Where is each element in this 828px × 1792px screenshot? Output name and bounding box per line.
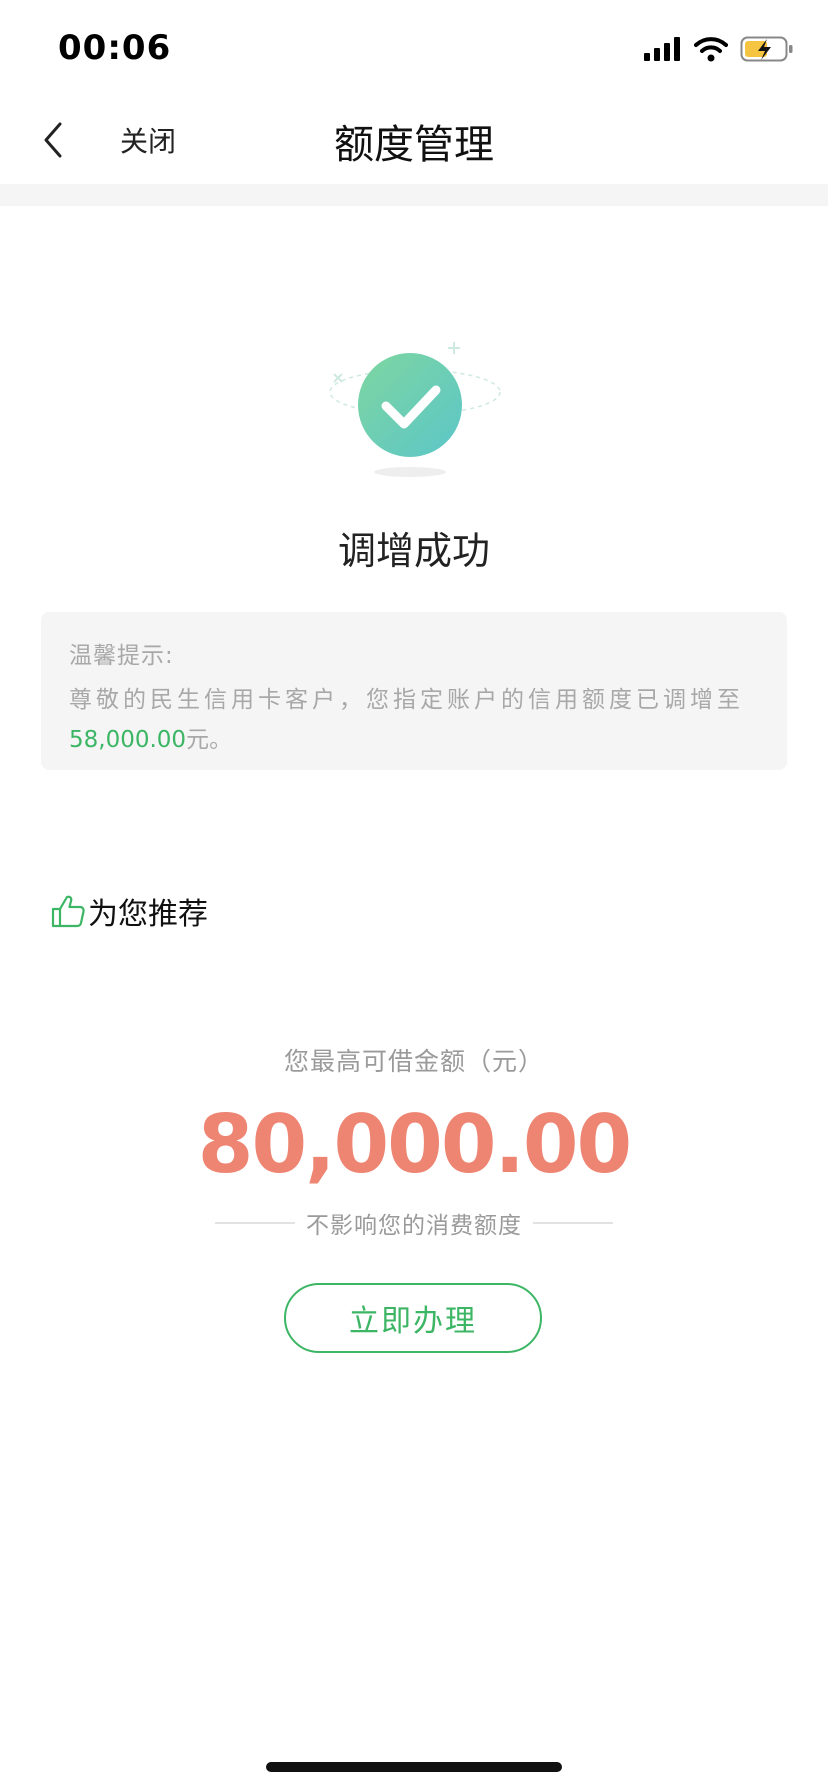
divider-line <box>215 1222 295 1224</box>
borrow-note: 不影响您的消费额度 <box>215 1208 613 1239</box>
divider-line <box>533 1222 613 1224</box>
tip-card: 温馨提示: 尊敬的民生信用卡客户，您指定账户的信用额度已调增至 58,000.00… <box>41 612 787 770</box>
status-time: 00:06 <box>58 28 172 68</box>
tip-body-suffix: 元。 <box>186 727 233 753</box>
home-indicator[interactable] <box>266 1762 562 1772</box>
max-borrow-amount: 80,000.00 <box>197 1098 632 1191</box>
tip-body: 尊敬的民生信用卡客户，您指定账户的信用额度已调增至 58,000.00元。 <box>69 680 759 760</box>
nav-bar: 关闭 额度管理 <box>0 96 828 184</box>
apply-now-button[interactable]: 立即办理 <box>284 1283 542 1353</box>
battery-charging-icon <box>740 36 793 62</box>
status-bar: 00:06 <box>0 0 828 96</box>
tip-amount: 58,000.00 <box>69 727 187 753</box>
max-borrow-label: 您最高可借金额（元） <box>283 1047 544 1076</box>
page-title: 额度管理 <box>334 122 494 168</box>
recommend-title: 为您推荐 <box>88 897 208 932</box>
header-divider <box>0 184 828 206</box>
success-title: 调增成功 <box>337 529 490 573</box>
recommend-header: 为您推荐 <box>50 888 208 934</box>
tip-label: 温馨提示: <box>69 643 174 669</box>
tip-body-text: 尊敬的民生信用卡客户，您指定账户的信用额度已调增至 <box>69 687 744 713</box>
check-circle-icon <box>329 342 501 477</box>
status-icons <box>644 34 794 64</box>
borrow-note-text: 不影响您的消费额度 <box>306 1213 522 1239</box>
thumbs-up-icon <box>51 895 85 928</box>
wifi-icon <box>694 37 728 62</box>
signal-icon <box>644 37 680 61</box>
